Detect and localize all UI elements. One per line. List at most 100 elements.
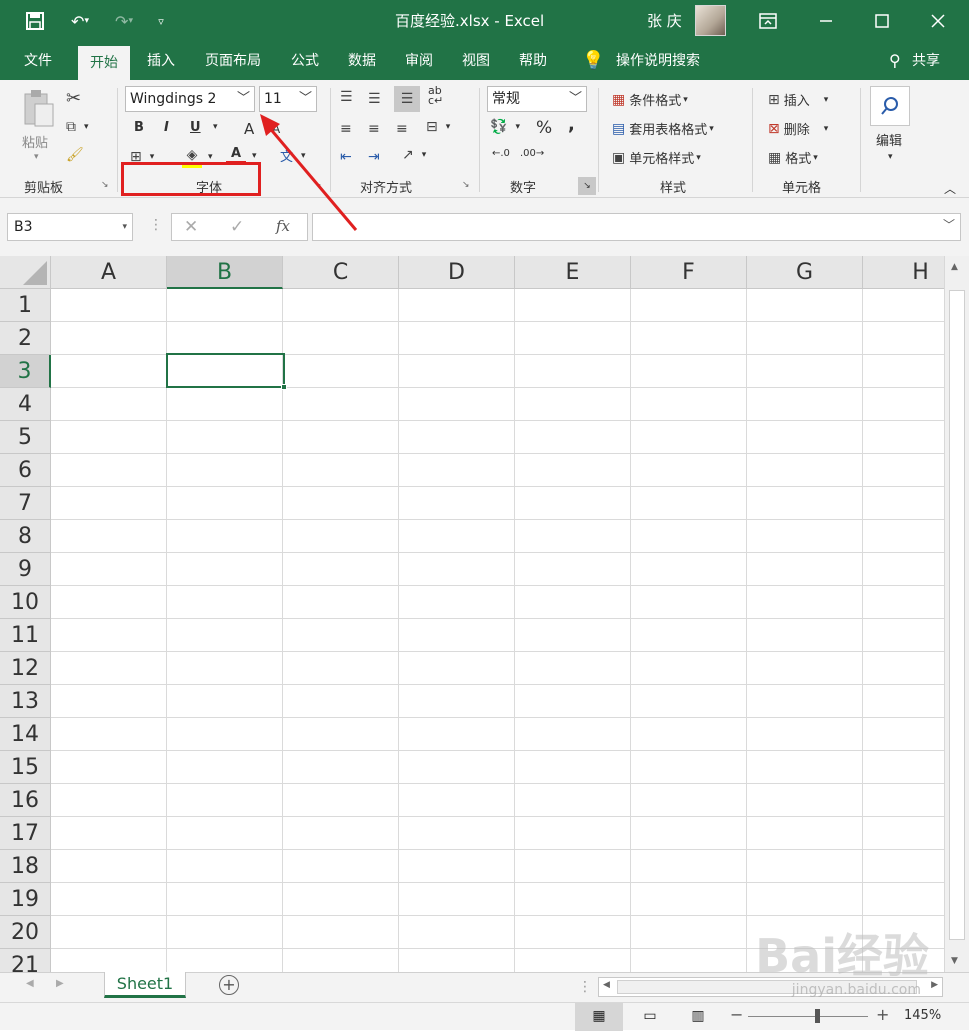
zoom-slider-thumb[interactable]	[815, 1009, 820, 1023]
clipboard-launcher-icon[interactable]: ↘	[101, 180, 109, 190]
zoom-slider[interactable]	[748, 1016, 868, 1017]
tab-help[interactable]: 帮助	[511, 42, 555, 80]
cell-styles-button[interactable]: ▣ 单元格样式 ▾	[612, 148, 701, 168]
tell-me-search[interactable]: 操作说明搜索	[608, 42, 708, 80]
row-header-16[interactable]: 16	[0, 784, 51, 817]
orientation-icon[interactable]: ↗ ▾	[402, 146, 426, 164]
row-header-9[interactable]: 9	[0, 553, 51, 586]
fill-handle[interactable]	[281, 384, 287, 390]
row-header-13[interactable]: 13	[0, 685, 51, 718]
insert-cells-button[interactable]: ⊞ 插入 ▾	[768, 90, 828, 110]
row-header-5[interactable]: 5	[0, 421, 51, 454]
column-header-h[interactable]: H	[863, 256, 944, 289]
chevron-down-icon[interactable]: ﹀	[569, 87, 582, 111]
active-cell-b3[interactable]	[166, 353, 285, 388]
cut-icon[interactable]: ✂	[66, 90, 81, 108]
underline-button[interactable]: U	[190, 120, 201, 135]
row-header-21[interactable]: 21	[0, 949, 51, 972]
paste-icon[interactable]	[18, 88, 58, 128]
collapse-ribbon-icon[interactable]: ︿	[944, 180, 956, 197]
delete-cells-button[interactable]: ⊠ 删除 ▾	[768, 119, 828, 139]
tab-split-grip-icon[interactable]: ⋮	[578, 979, 592, 995]
row-header-10[interactable]: 10	[0, 586, 51, 619]
formula-input[interactable]: ﹀	[312, 213, 961, 241]
align-bottom-icon[interactable]: ☰	[394, 86, 420, 112]
normal-view-icon[interactable]: ▦	[575, 1003, 623, 1031]
column-header-b[interactable]: B	[167, 256, 283, 289]
format-cells-button[interactable]: ▦ 格式 ▾	[768, 148, 818, 168]
column-header-a[interactable]: A	[51, 256, 167, 289]
scroll-down-icon[interactable]: ▼	[951, 956, 958, 966]
minimize-icon[interactable]	[813, 8, 839, 34]
customize-qat-icon[interactable]: ▿	[148, 8, 174, 34]
ribbon-display-options-icon[interactable]	[755, 8, 781, 34]
row-header-15[interactable]: 15	[0, 751, 51, 784]
number-launcher-icon[interactable]: ↘	[578, 177, 596, 195]
row-header-17[interactable]: 17	[0, 817, 51, 850]
editing-dropdown-icon[interactable]: ▾	[888, 152, 893, 162]
increase-decimal-icon[interactable]: ←.0	[492, 148, 510, 159]
vertical-scroll-thumb[interactable]	[949, 290, 965, 940]
row-header-2[interactable]: 2	[0, 322, 51, 355]
worksheet-grid[interactable]: ABCDEFGH 1 2 3 4 5 6 7 8 9 10 11 12 13 14 15 16 17 18 19 20…	[0, 256, 944, 972]
expand-formula-icon[interactable]: ﹀	[943, 216, 955, 233]
align-middle-icon[interactable]: ☰	[368, 90, 381, 108]
row-header-7[interactable]: 7	[0, 487, 51, 520]
scroll-up-icon[interactable]: ▲	[951, 262, 958, 272]
row-header-1[interactable]: 1	[0, 289, 51, 322]
next-sheet-icon[interactable]: ▶	[56, 978, 64, 989]
tab-file[interactable]: 文件	[18, 42, 58, 80]
currency-icon[interactable]: 💱 ▾	[490, 118, 520, 136]
search-icon[interactable]	[870, 86, 910, 126]
row-header-8[interactable]: 8	[0, 520, 51, 553]
zoom-level[interactable]: 145%	[904, 1008, 941, 1023]
percent-button[interactable]: %	[536, 118, 552, 138]
paste-dropdown-icon[interactable]: ▾	[34, 152, 39, 162]
chevron-down-icon[interactable]: ▾	[122, 214, 127, 240]
underline-dropdown-icon[interactable]: ▾	[213, 122, 218, 132]
wrap-text-icon[interactable]: ab c↵	[428, 85, 443, 106]
row-header-18[interactable]: 18	[0, 850, 51, 883]
scroll-right-icon[interactable]: ▶	[931, 980, 938, 990]
column-header-f[interactable]: F	[631, 256, 747, 289]
share-button[interactable]: 共享	[906, 42, 946, 80]
font-name-combo[interactable]: Wingdings 2 ﹀	[125, 86, 255, 112]
close-icon[interactable]	[925, 8, 951, 34]
column-header-c[interactable]: C	[283, 256, 399, 289]
vertical-scrollbar[interactable]: ▲ ▼	[944, 256, 969, 972]
column-header-g[interactable]: G	[747, 256, 863, 289]
tab-view[interactable]: 视图	[454, 42, 498, 80]
add-sheet-icon[interactable]: +	[219, 975, 239, 995]
save-icon[interactable]	[22, 8, 48, 34]
tab-page-layout[interactable]: 页面布局	[198, 42, 268, 80]
decrease-decimal-icon[interactable]: .00→	[520, 148, 544, 159]
paste-button[interactable]: 粘贴	[22, 132, 48, 151]
row-header-20[interactable]: 20	[0, 916, 51, 949]
select-all-button[interactable]	[0, 256, 51, 289]
sheet-tab-sheet1[interactable]: Sheet1	[104, 972, 186, 998]
name-box[interactable]: B3 ▾	[7, 213, 133, 241]
tab-formulas[interactable]: 公式	[283, 42, 327, 80]
enter-icon[interactable]: ✓	[230, 217, 244, 237]
tab-home[interactable]: 开始	[78, 46, 130, 80]
merge-center-icon[interactable]: ⊟ ▾	[426, 118, 450, 136]
italic-button[interactable]: I	[164, 120, 169, 135]
number-format-combo[interactable]: 常规 ﹀	[487, 86, 587, 112]
row-header-6[interactable]: 6	[0, 454, 51, 487]
column-header-d[interactable]: D	[399, 256, 515, 289]
alignment-launcher-icon[interactable]: ↘	[462, 180, 470, 190]
user-name[interactable]: 张 庆	[647, 10, 682, 31]
chevron-down-icon[interactable]: ﹀	[237, 87, 250, 111]
page-break-view-icon[interactable]: ▥	[688, 1003, 708, 1031]
cancel-icon[interactable]: ✕	[184, 217, 198, 237]
align-top-icon[interactable]: ☰	[340, 88, 353, 106]
format-painter-icon[interactable]: 🖌	[66, 146, 84, 164]
tab-insert[interactable]: 插入	[140, 42, 182, 80]
maximize-icon[interactable]	[869, 8, 895, 34]
tab-review[interactable]: 审阅	[397, 42, 441, 80]
copy-icon[interactable]: ⧉ ▾	[66, 118, 89, 136]
bold-button[interactable]: B	[134, 120, 144, 135]
column-header-e[interactable]: E	[515, 256, 631, 289]
comma-button[interactable]: ,	[568, 114, 575, 135]
undo-icon[interactable]: ↶ ▾	[62, 8, 98, 34]
